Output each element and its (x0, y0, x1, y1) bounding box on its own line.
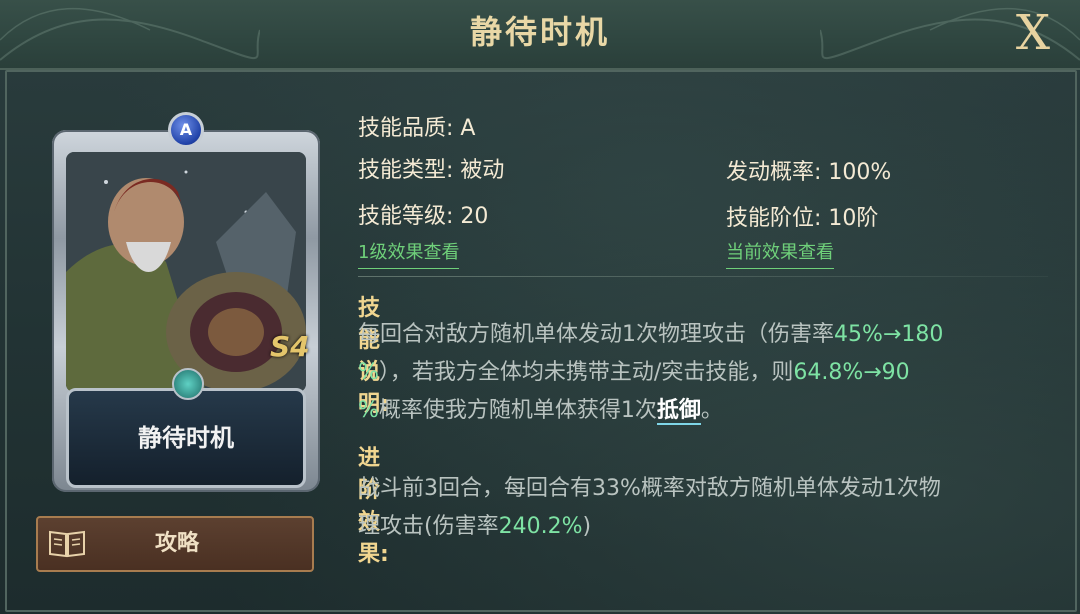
card-name: 静待时机 (138, 424, 234, 452)
advance-line-2: 理攻击(伤害率240.2%) (358, 508, 1038, 546)
tier-row: 技能阶位: 10阶 (726, 200, 878, 232)
advance-damage-value: 240.2% (498, 514, 583, 539)
damage-rate-value: 45%→180 (834, 322, 944, 347)
quality-value: A (460, 116, 476, 141)
tier-value: 10阶 (828, 206, 879, 231)
level-value: 20 (460, 204, 489, 229)
advance-line-1: 战斗前3回合，每回合有33%概率对敌方随机单体发动1次物 (358, 476, 941, 501)
quality-row: 技能品质: A (358, 110, 475, 142)
type-value: 被动 (460, 158, 505, 183)
description-line-1: 每回合对敌方随机单体发动1次物理攻击（伤害率45%→180 (358, 316, 1038, 354)
type-row: 技能类型: 被动 (358, 152, 504, 184)
level-row: 技能等级: 20 (358, 198, 488, 230)
header-bar: 静待时机 X (0, 0, 1080, 70)
damage-rate-unit: % (358, 360, 379, 385)
description-text-3c: 。 (700, 398, 723, 423)
advance-text-2a: 理攻击(伤害率 (358, 514, 499, 539)
quality-label: 技能品质: (358, 116, 461, 141)
skill-card: 静待时机 A S4 (52, 112, 320, 494)
current-effect-link[interactable]: 当前效果查看 (726, 238, 834, 269)
trigger-rate-label: 发动概率: (726, 160, 829, 185)
season-badge: S4 (270, 330, 310, 363)
probability-unit: % (358, 398, 379, 423)
level1-effect-link[interactable]: 1级效果查看 (358, 238, 460, 269)
section-divider (358, 276, 1048, 277)
description-line-3: %概率使我方随机单体获得1次抵御。 (358, 392, 1038, 430)
description-line-2: %），若我方全体均未携带主动/突击技能，则64.8%→90 (358, 354, 1038, 392)
advance-text-2c: ) (582, 514, 592, 539)
strategy-button[interactable]: 攻略 (36, 516, 314, 572)
trigger-rate-value: 100% (828, 160, 892, 185)
emblem-icon (172, 368, 204, 400)
trigger-rate-row: 发动概率: 100% (726, 154, 891, 186)
level-label: 技能等级: (358, 204, 461, 229)
keyword-link-resist[interactable]: 抵御 (656, 398, 701, 425)
tier-label: 技能阶位: (726, 206, 829, 231)
strategy-button-label: 攻略 (154, 531, 199, 556)
description-text-3b: 概率使我方随机单体获得1次 (378, 398, 657, 423)
rank-gem-icon: A (168, 112, 204, 148)
type-label: 技能类型: (358, 158, 461, 183)
advance-text: 战斗前3回合，每回合有33%概率对敌方随机单体发动1次物 理攻击(伤害率240.… (358, 470, 1038, 546)
page-title: 静待时机 (469, 13, 610, 51)
skill-detail-panel: 静待时机 X 静待时机 A S4 攻略 技能品质: A 技能类型: 被动 技能等… (0, 0, 1080, 614)
probability-value: 64.8%→90 (793, 360, 910, 385)
description-text: 每回合对敌方随机单体发动1次物理攻击（伤害率45%→180 %），若我方全体均未… (358, 316, 1038, 430)
description-text-2b: ），若我方全体均未携带主动/突击技能，则 (378, 360, 794, 385)
description-text-1a: 每回合对敌方随机单体发动1次物理攻击（伤害率 (358, 322, 834, 347)
close-button[interactable]: X (1008, 8, 1058, 58)
